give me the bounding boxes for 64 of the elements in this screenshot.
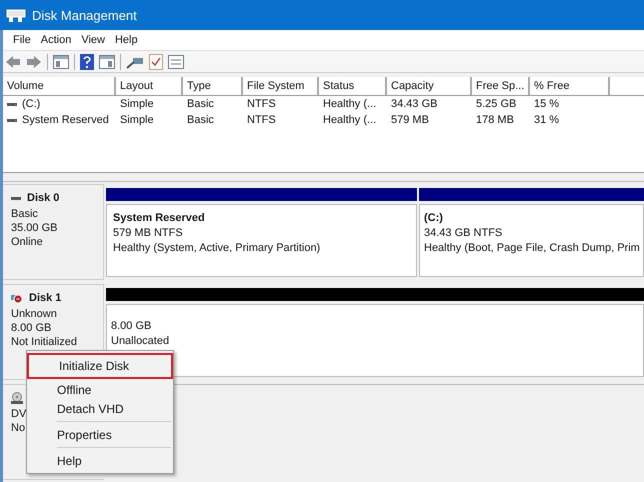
disk-info: Online xyxy=(11,235,44,249)
back-icon[interactable] xyxy=(5,54,21,68)
menu-item[interactable]: Offline xyxy=(27,381,173,400)
partition-info: 34.43 GB NTFS xyxy=(424,226,504,241)
table-cell-text: 15 % xyxy=(534,97,560,112)
forward-icon[interactable] xyxy=(26,54,42,68)
checklist-icon[interactable] xyxy=(149,54,163,70)
disk-name: Disk 0 xyxy=(27,192,60,204)
disk-info: No xyxy=(11,421,26,435)
table-cell-text: 31 % xyxy=(534,113,560,128)
table-cell-text: System Reserved xyxy=(22,113,109,128)
drive-icon xyxy=(6,7,26,23)
drive-icon xyxy=(7,101,17,107)
menu-item[interactable]: Help xyxy=(112,34,145,46)
help-icon[interactable] xyxy=(80,54,94,70)
window-title: Disk Management xyxy=(32,8,137,22)
column-header[interactable]: Layout xyxy=(116,77,183,95)
column-header[interactable]: File System xyxy=(243,77,319,95)
partition-info: Healthy (Boot, Page File, Crash Dump, Prim xyxy=(424,241,641,256)
menu-item[interactable]: Properties xyxy=(27,426,173,445)
disk-info: Not Initialized xyxy=(11,335,78,349)
disk-name: Disk 1 xyxy=(29,292,62,304)
column-header[interactable]: Volume xyxy=(3,77,116,95)
disk-info: Basic xyxy=(11,207,39,221)
partition-info: Healthy (System, Active, Primary Partition) xyxy=(113,241,322,256)
partition-info: 579 MB NTFS xyxy=(113,226,184,241)
disk-info: DV xyxy=(11,407,26,421)
column-header[interactable]: Free Sp... xyxy=(472,77,530,95)
table-cell-text: Basic xyxy=(187,97,214,112)
table-cell-text: Healthy (... xyxy=(323,97,376,112)
table-cell-text: NTFS xyxy=(247,97,276,112)
partition-info: Unallocated xyxy=(111,334,170,349)
column-header[interactable]: Capacity xyxy=(387,77,472,95)
disk-icon xyxy=(11,292,23,304)
table-cell-text: Simple xyxy=(120,113,154,128)
partition-name: System Reserved xyxy=(113,211,206,226)
table-cell-text: (C:) xyxy=(22,97,40,112)
column-header[interactable]: % Free xyxy=(530,77,610,95)
menu-item[interactable]: Help xyxy=(27,452,173,471)
drive-icon xyxy=(7,117,17,123)
column-header[interactable]: Type xyxy=(183,77,243,95)
disc-icon xyxy=(11,392,23,404)
disk-info: 8.00 GB xyxy=(11,321,52,335)
partition-name: (C:) xyxy=(424,211,444,226)
column-header[interactable]: Status xyxy=(319,77,387,95)
table-cell-text: 178 MB xyxy=(476,113,514,128)
table-cell-text: 579 MB xyxy=(391,113,429,128)
table-cell-text: NTFS xyxy=(247,113,276,128)
menu-item[interactable]: View xyxy=(78,34,112,46)
list-icon[interactable] xyxy=(168,54,184,68)
menu-item[interactable]: Action xyxy=(38,34,78,46)
disk-info: 35.00 GB xyxy=(11,221,58,235)
table-cell-text: Simple xyxy=(120,97,154,112)
panel-icon[interactable] xyxy=(53,54,69,68)
partition-info: 8.00 GB xyxy=(111,319,152,334)
table-cell-text: 34.43 GB xyxy=(391,97,438,112)
panel-icon[interactable] xyxy=(99,54,115,68)
table-cell-text: 5.25 GB xyxy=(476,97,516,112)
menu-item[interactable]: Detach VHD xyxy=(27,400,173,419)
menu-item[interactable]: File xyxy=(10,34,38,46)
menu-item[interactable]: Initialize Disk xyxy=(27,353,173,379)
disk-info: Unknown xyxy=(11,307,58,321)
table-cell-text: Healthy (... xyxy=(323,113,376,128)
table-cell-text: Basic xyxy=(187,113,214,128)
